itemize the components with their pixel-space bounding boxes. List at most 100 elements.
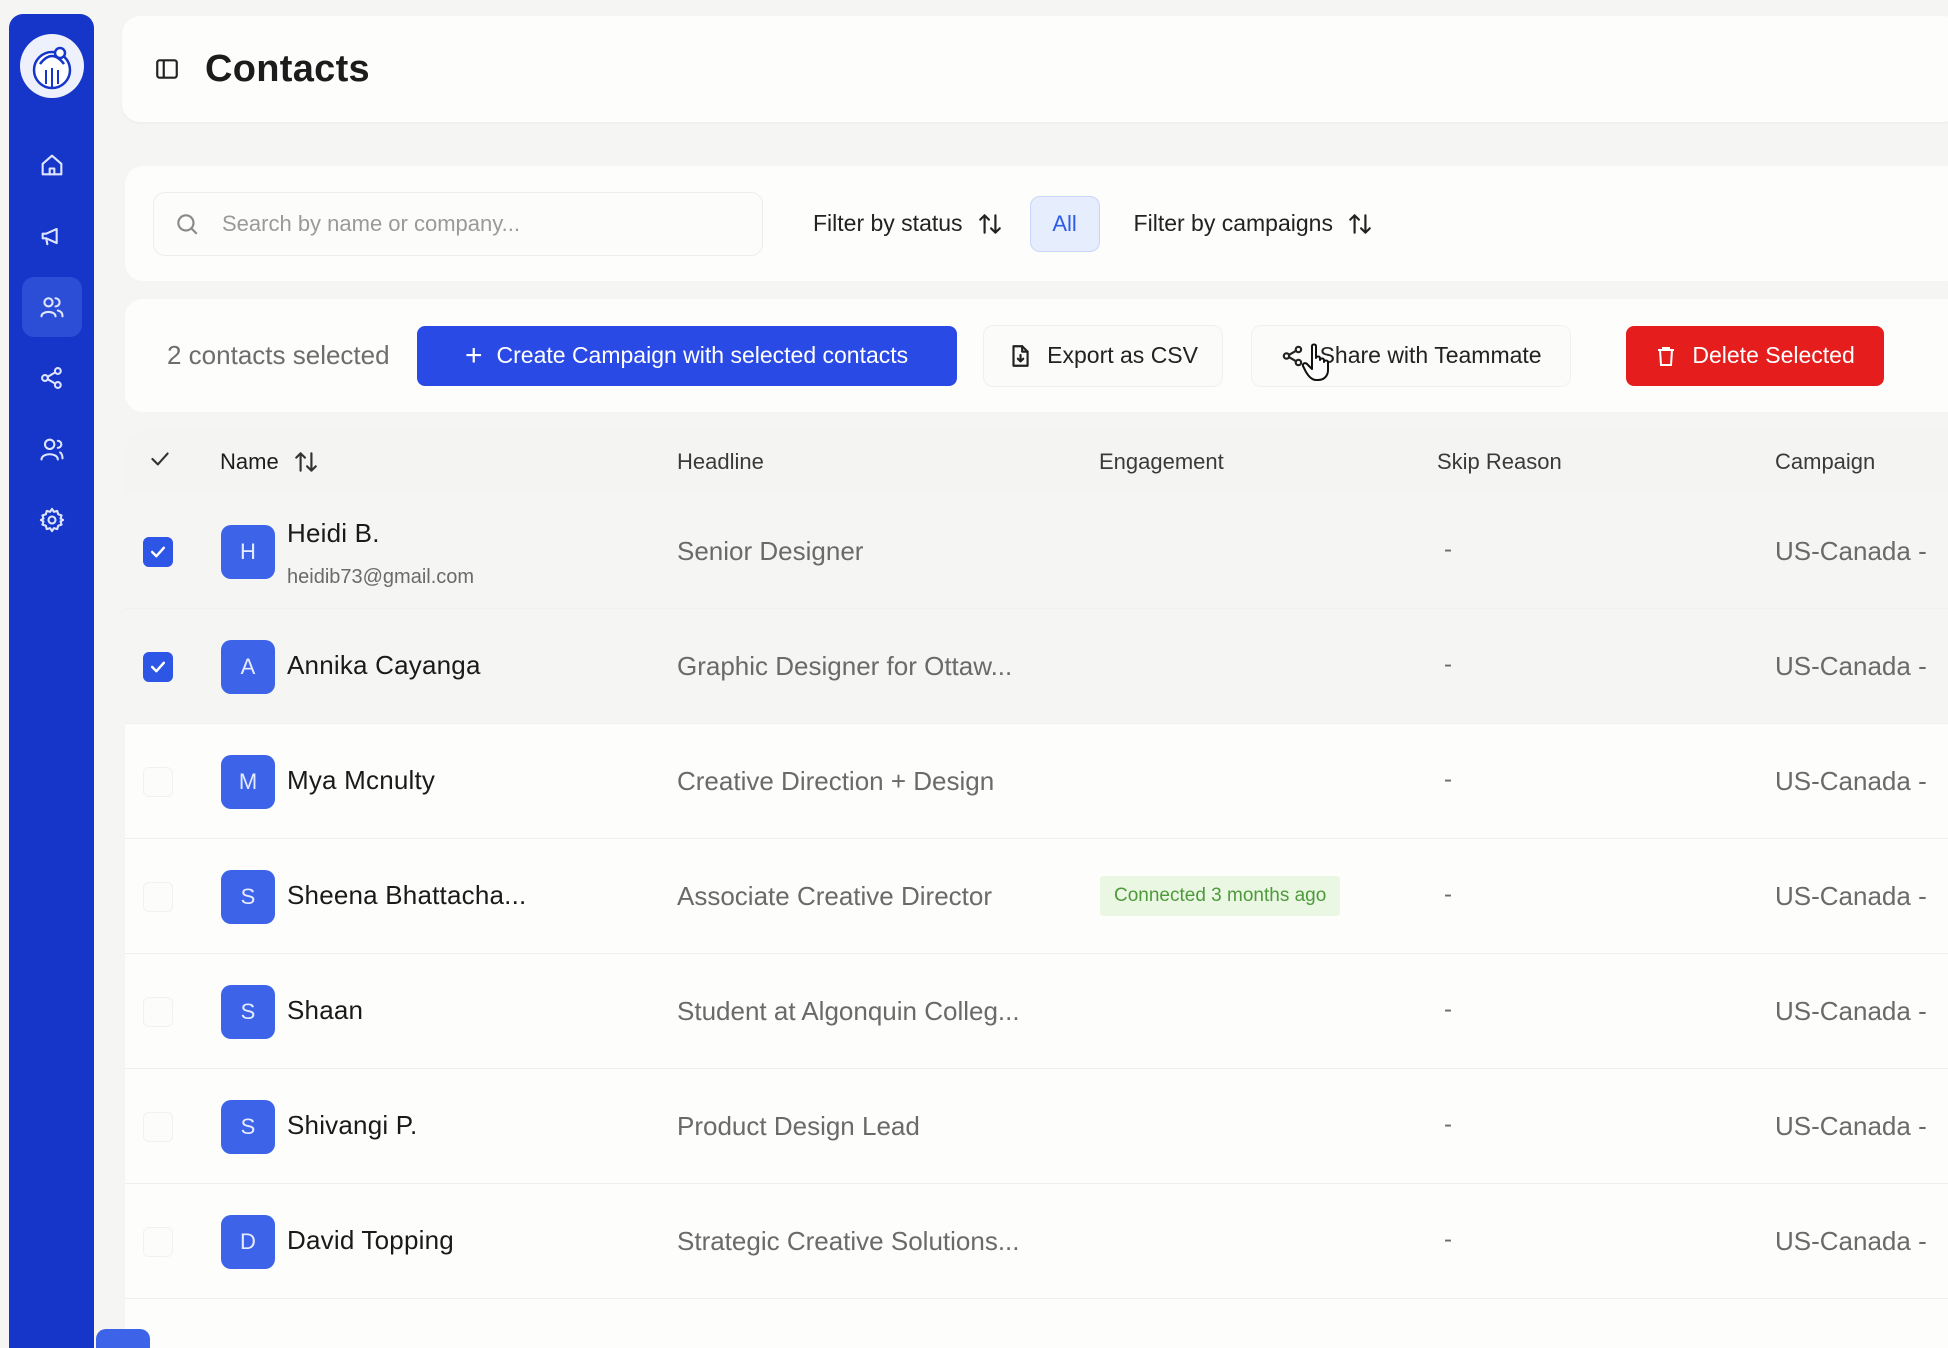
avatar: D (221, 1215, 275, 1269)
filter-by-status[interactable]: Filter by status (813, 210, 1003, 237)
skip-reason: - (1444, 1226, 1452, 1253)
table-row[interactable]: S Sheena Bhattacha... Associate Creative… (125, 839, 1948, 954)
selected-count: 2 contacts selected (167, 340, 390, 370)
skip-reason: - (1444, 651, 1452, 678)
row-checkbox[interactable] (143, 767, 173, 797)
contact-name[interactable]: Mya Mcnulty (287, 765, 435, 796)
avatar: S (221, 985, 275, 1039)
campaign-name: US-Canada - (1775, 996, 1927, 1026)
contact-headline: Product Design Lead (677, 1111, 920, 1141)
avatar: A (221, 640, 275, 694)
page-title: Contacts (205, 47, 370, 90)
nav-integrations[interactable] (22, 348, 82, 408)
contact-name[interactable]: David Topping (287, 1225, 454, 1256)
share-teammate-label: Share with Teammate (1319, 342, 1542, 368)
campaign-name: US-Canada - (1775, 766, 1927, 796)
share-network-icon (40, 367, 62, 389)
filter-bar: Filter by status All Filter by campaigns (125, 166, 1948, 281)
nav-team[interactable] (22, 419, 82, 479)
campaign-name: US-Canada - (1775, 651, 1927, 681)
avatar (96, 1329, 150, 1348)
select-all-checkbox[interactable] (147, 446, 173, 478)
column-name[interactable]: Name (220, 449, 319, 475)
campaign-name: US-Canada - (1775, 881, 1927, 911)
column-engagement: Engagement (1099, 449, 1224, 474)
sidebar (9, 14, 94, 1348)
export-csv-label: Export as CSV (1047, 342, 1198, 368)
skip-reason: - (1444, 766, 1452, 793)
nav-home[interactable] (22, 135, 82, 195)
table-row[interactable]: H Heidi B. heidib73@gmail.com Senior Des… (125, 494, 1948, 609)
skip-reason: - (1444, 996, 1452, 1023)
table-row[interactable]: S Shaan Student at Algonquin Colleg... -… (125, 954, 1948, 1069)
campaign-name: US-Canada - (1775, 1226, 1927, 1256)
table-row[interactable]: D David Topping Strategic Creative Solut… (125, 1184, 1948, 1299)
column-campaign: Campaign (1775, 449, 1876, 474)
nav-contacts[interactable] (21, 277, 82, 337)
filter-by-campaigns-label: Filter by campaigns (1133, 210, 1333, 236)
contacts-table: Name Headline Engagement Skip Reason Cam… (125, 430, 1948, 1348)
create-campaign-label: Create Campaign with selected contacts (496, 342, 909, 368)
table-row[interactable]: S Shivangi P. Product Design Lead - US-C… (125, 1069, 1948, 1184)
search-input[interactable] (222, 210, 722, 237)
contact-name[interactable]: Shaan (287, 995, 363, 1026)
sort-arrows-icon (978, 213, 1001, 234)
logo-mascot-icon (32, 46, 71, 90)
bulk-action-bar: 2 contacts selected + Create Campaign wi… (125, 299, 1948, 412)
skip-reason: - (1444, 536, 1452, 563)
row-checkbox[interactable] (143, 882, 173, 912)
page-header: Contacts (122, 16, 1948, 122)
plus-icon: + (464, 338, 483, 372)
create-campaign-button[interactable]: + Create Campaign with selected contacts (416, 325, 957, 386)
column-skip-reason: Skip Reason (1437, 449, 1562, 474)
search-box[interactable] (153, 191, 763, 256)
row-checkbox[interactable] (143, 997, 173, 1027)
skip-reason: - (1444, 881, 1452, 908)
file-download-icon (1012, 344, 1029, 367)
campaign-name: US-Canada - (1775, 1111, 1927, 1141)
contact-name[interactable]: Heidi B. (287, 518, 380, 549)
home-icon (41, 154, 62, 176)
search-icon (177, 213, 198, 235)
check-icon (151, 452, 169, 466)
gear-icon (39, 507, 64, 533)
delete-selected-label: Delete Selected (1692, 342, 1855, 368)
app-logo[interactable] (19, 34, 84, 98)
contact-name[interactable]: Shivangi P. (287, 1110, 417, 1141)
nav-campaigns[interactable] (22, 206, 82, 266)
row-checkbox[interactable] (143, 1227, 173, 1257)
sort-arrows-icon (1349, 213, 1371, 234)
contact-email: heidib73@gmail.com (287, 566, 475, 588)
contact-headline: Creative Direction + Design (677, 766, 995, 796)
check-icon (150, 546, 166, 558)
table-header: Name Headline Engagement Skip Reason Cam… (125, 430, 1948, 494)
sidebar-toggle-icon[interactable] (154, 56, 180, 82)
contact-name[interactable]: Annika Cayanga (287, 650, 481, 681)
contact-headline: Associate Creative Director (677, 881, 992, 911)
nav-settings[interactable] (22, 490, 82, 550)
share-teammate-button[interactable]: Share with Teammate (1250, 324, 1571, 387)
column-name-label: Name (220, 449, 279, 474)
contact-name[interactable]: Sheena Bhattacha... (287, 880, 526, 911)
engagement-badge: Connected 3 months ago (1100, 876, 1341, 916)
sort-arrows-icon (294, 452, 317, 472)
team-icon (39, 438, 64, 461)
skip-reason: - (1444, 1111, 1452, 1138)
filter-by-campaigns[interactable]: Filter by campaigns (1134, 210, 1373, 237)
export-csv-button[interactable]: Export as CSV (982, 324, 1223, 387)
table-row[interactable]: A Annika Cayanga Graphic Designer for Ot… (125, 609, 1948, 724)
row-checkbox[interactable] (143, 537, 173, 567)
contact-headline: Graphic Designer for Ottaw... (677, 651, 1013, 681)
status-all-chip[interactable]: All (1029, 195, 1100, 252)
hand-cursor-icon (1301, 343, 1329, 381)
delete-selected-button[interactable]: Delete Selected (1625, 325, 1884, 386)
contact-headline: Student at Algonquin Colleg... (677, 996, 1020, 1026)
contacts-icon (39, 297, 64, 318)
table-row[interactable]: M Mya Mcnulty Creative Direction + Desig… (125, 724, 1948, 839)
contact-headline: Strategic Creative Solutions... (677, 1226, 1020, 1256)
check-icon (150, 661, 166, 673)
row-checkbox[interactable] (143, 652, 173, 682)
contact-headline: Senior Designer (677, 536, 864, 566)
row-checkbox[interactable] (143, 1112, 173, 1142)
avatar: S (221, 870, 275, 924)
